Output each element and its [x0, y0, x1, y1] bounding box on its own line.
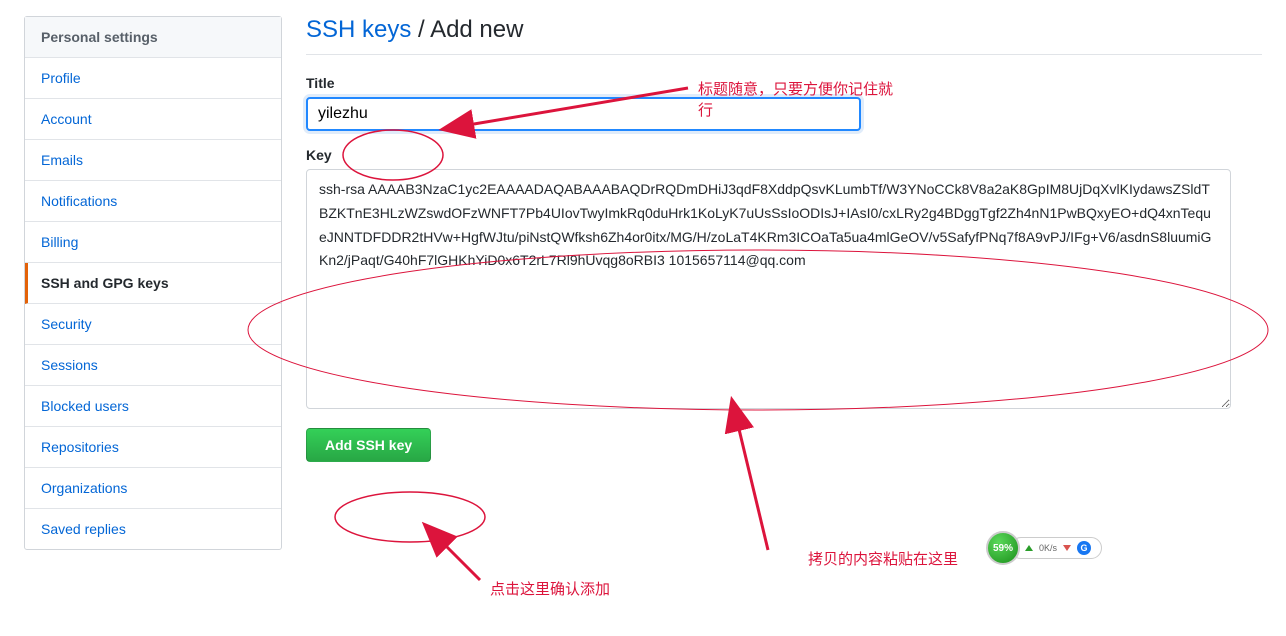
breadcrumb-sep: / [411, 16, 430, 43]
sidebar-item-blocked[interactable]: Blocked users [25, 386, 281, 427]
sidebar-item-saved-replies[interactable]: Saved replies [25, 509, 281, 549]
main-content: SSH keys / Add new Title Key Add SSH key [306, 16, 1262, 550]
breadcrumb-link[interactable]: SSH keys [306, 16, 411, 43]
key-label: Key [306, 147, 1262, 163]
annotation-button-text: 点击这里确认添加 [490, 578, 610, 599]
percent-badge: 59% [986, 531, 1020, 565]
globe-icon: G [1077, 541, 1091, 555]
sidebar-item-organizations[interactable]: Organizations [25, 468, 281, 509]
sidebar-item-sessions[interactable]: Sessions [25, 345, 281, 386]
sidebar-item-emails[interactable]: Emails [25, 140, 281, 181]
title-label: Title [306, 75, 1262, 91]
sidebar-header: Personal settings [25, 17, 281, 58]
up-speed: 0K/s [1039, 543, 1057, 553]
title-input[interactable] [306, 97, 861, 131]
net-speed-widget: 59% 0K/s G [986, 534, 1106, 562]
sidebar-item-security[interactable]: Security [25, 304, 281, 345]
up-arrow-icon [1025, 545, 1033, 551]
settings-sidebar: Personal settings Profile Account Emails… [24, 16, 282, 550]
sidebar-item-ssh-gpg[interactable]: SSH and GPG keys [25, 263, 281, 304]
sidebar-item-repositories[interactable]: Repositories [25, 427, 281, 468]
sidebar-item-profile[interactable]: Profile [25, 58, 281, 99]
breadcrumb-current: Add new [430, 16, 523, 43]
down-arrow-icon [1063, 545, 1071, 551]
page-title: SSH keys / Add new [306, 16, 1262, 55]
sidebar-item-billing[interactable]: Billing [25, 222, 281, 263]
sidebar-item-account[interactable]: Account [25, 99, 281, 140]
sidebar-item-notifications[interactable]: Notifications [25, 181, 281, 222]
speed-pill: 0K/s G [1010, 537, 1102, 559]
key-textarea[interactable] [306, 169, 1231, 409]
add-ssh-key-button[interactable]: Add SSH key [306, 428, 431, 462]
